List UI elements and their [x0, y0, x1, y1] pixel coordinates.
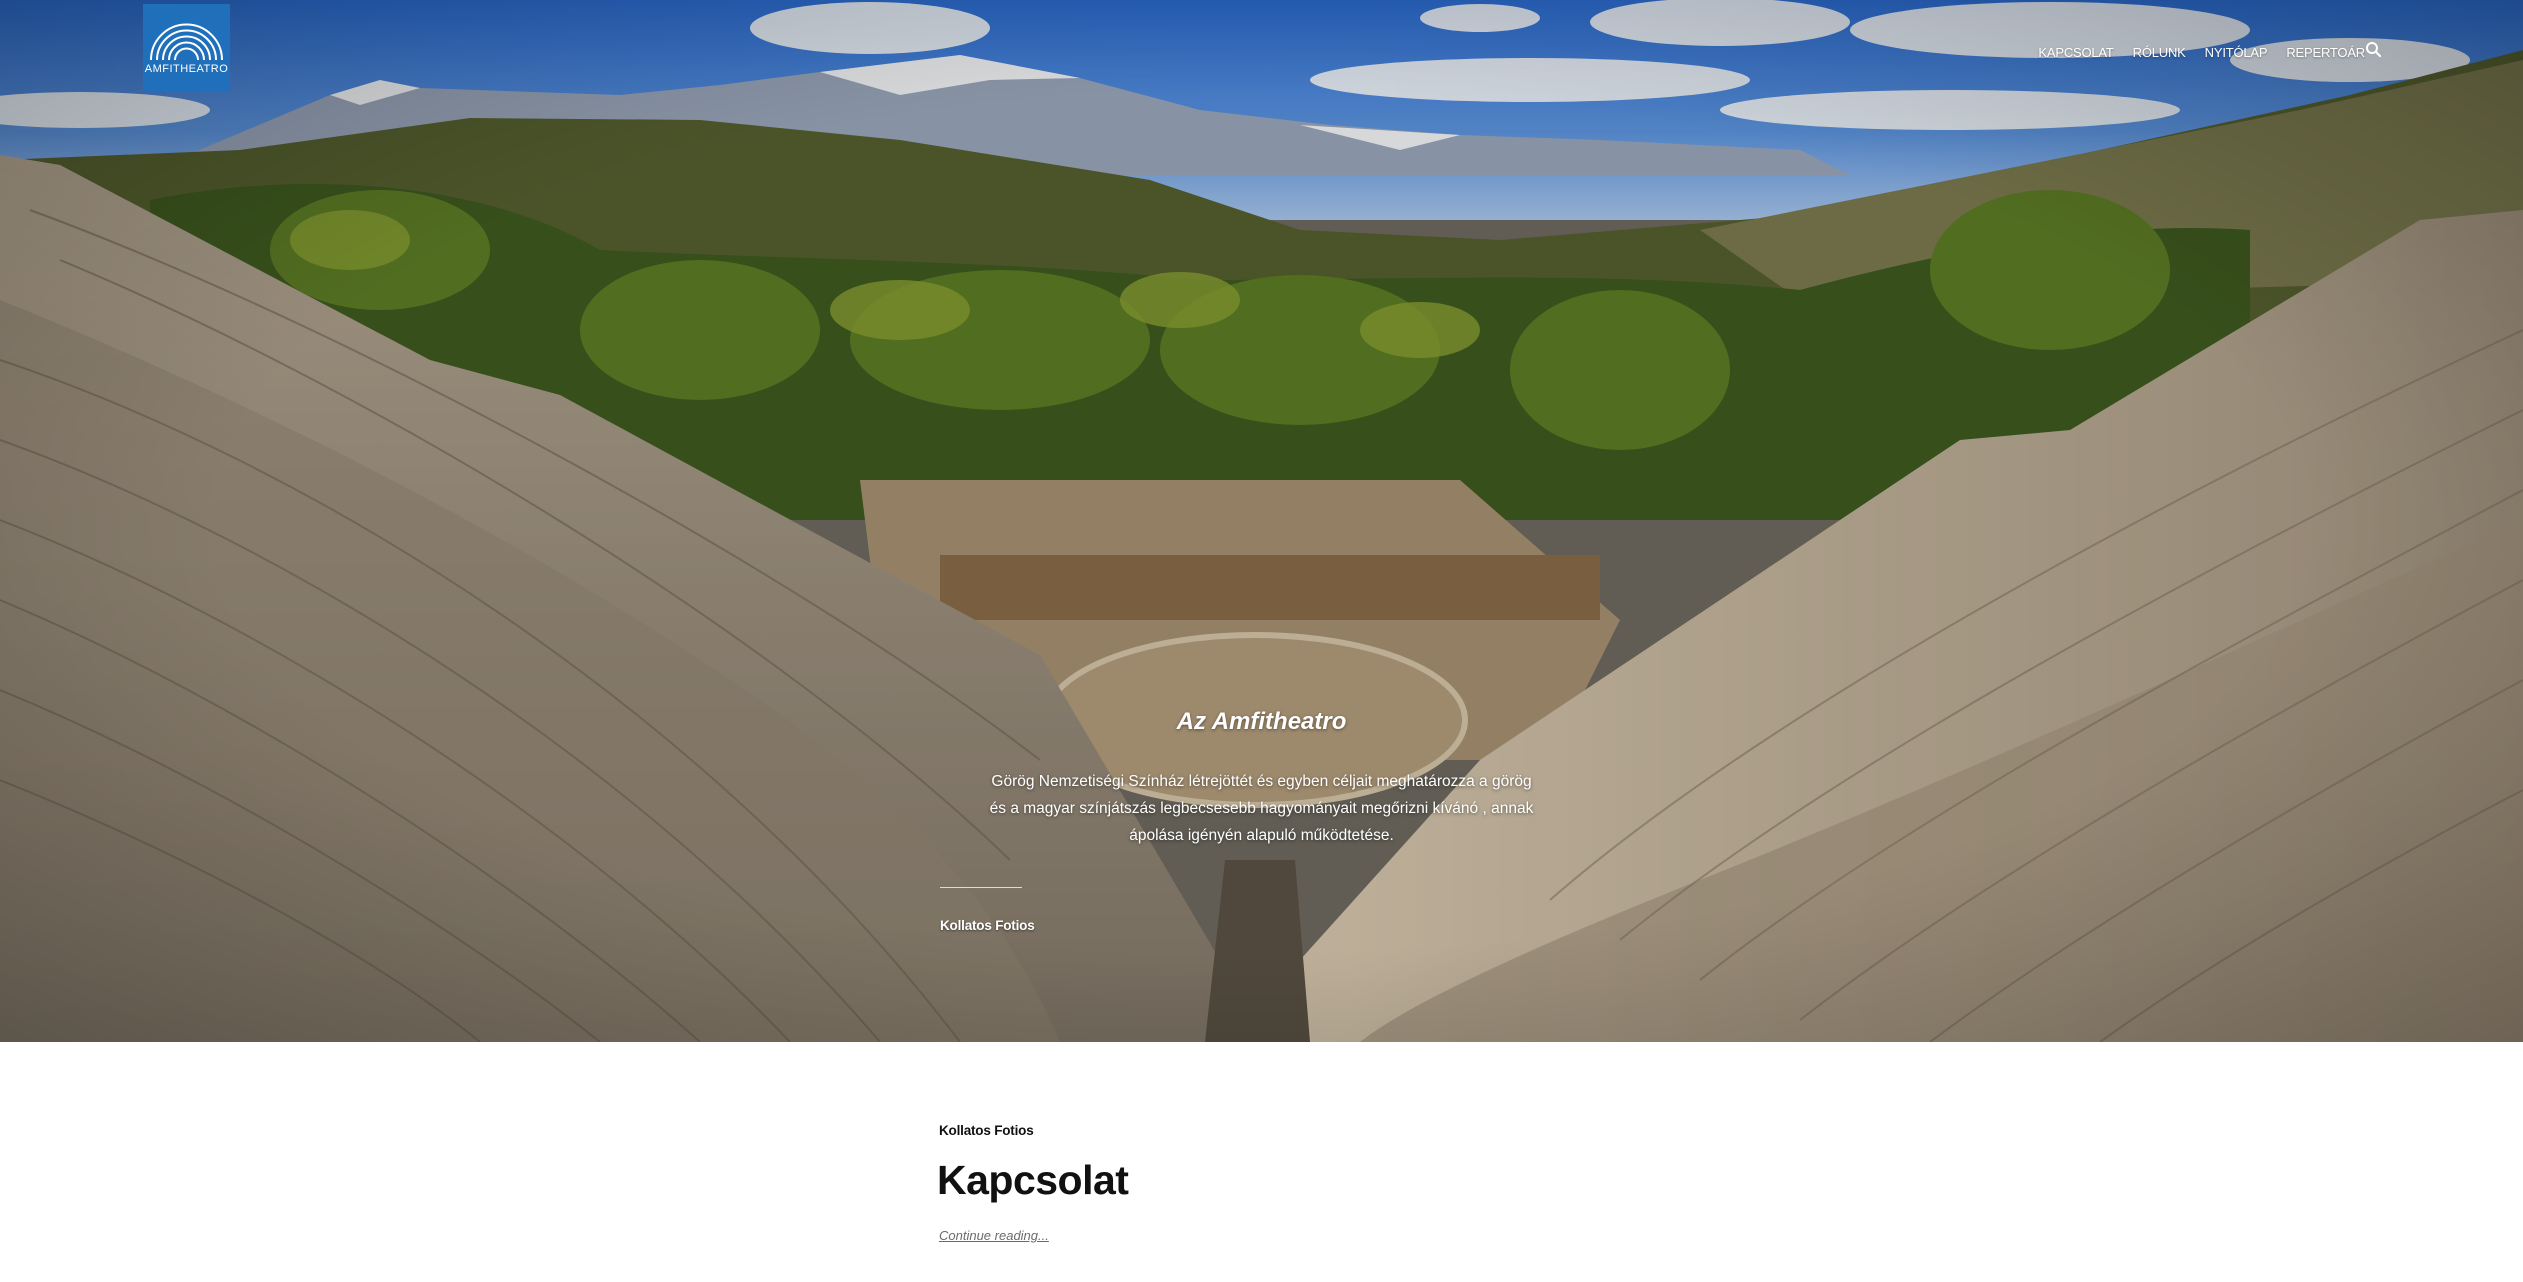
nav-item-rolunk[interactable]: RÓLUNK [2133, 45, 2186, 60]
post-entry: Kollatos Fotios Kapcsolat Continue readi… [0, 1042, 2523, 1282]
hero-section: AMFITHEATRO KAPCSOLAT RÓLUNK NYITÓLAP RE… [0, 0, 2523, 1042]
hero-author-link[interactable]: Kollatos Fotios [940, 918, 1035, 933]
post-title[interactable]: Kapcsolat [937, 1157, 1129, 1204]
amphitheatre-arcs-icon [150, 23, 223, 61]
continue-reading-link[interactable]: Continue reading... [939, 1228, 1049, 1243]
logo-wordmark: AMFITHEATRO [144, 63, 229, 75]
search-button[interactable] [2364, 40, 2384, 60]
post-author-link[interactable]: Kollatos Fotios [939, 1123, 1034, 1138]
nav-item-nyitolap[interactable]: NYITÓLAP [2205, 45, 2268, 60]
hero-title: Az Amfitheatro [1176, 708, 1347, 735]
nav-item-kapcsolat[interactable]: KAPCSOLAT [2038, 45, 2113, 60]
search-icon [2366, 42, 2382, 58]
hero-description: Görög Nemzetiségi Színház létrejöttét és… [989, 773, 1534, 844]
hero-divider [940, 887, 1022, 888]
nav-item-repertoar[interactable]: REPERTOÁR [2286, 45, 2365, 60]
hero-image-amphitheatre [0, 0, 2523, 1042]
site-logo[interactable]: AMFITHEATRO [143, 4, 230, 91]
main-navigation: KAPCSOLAT RÓLUNK NYITÓLAP REPERTOÁR [2038, 40, 2365, 64]
